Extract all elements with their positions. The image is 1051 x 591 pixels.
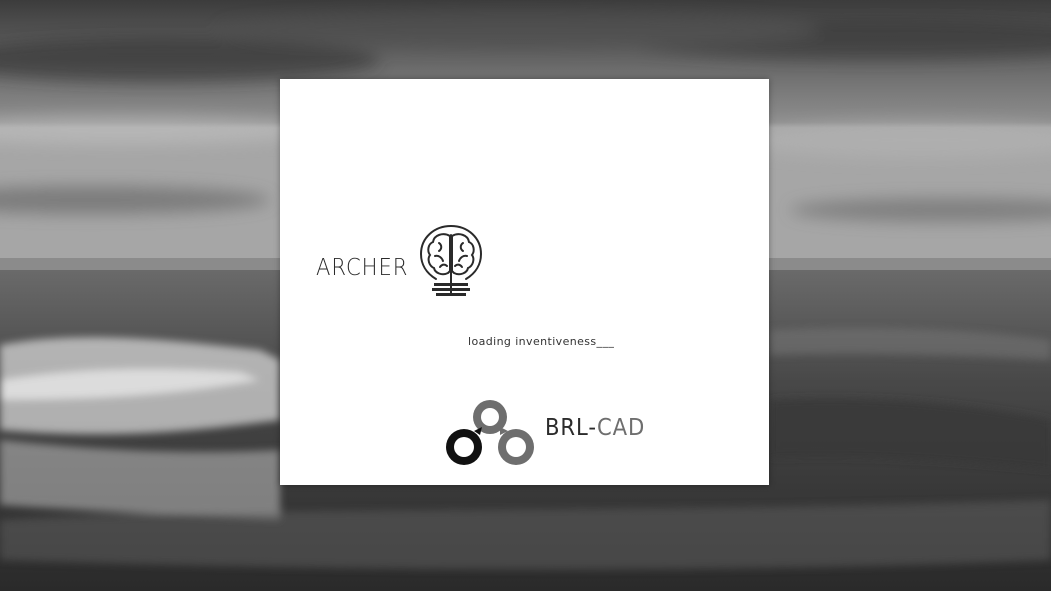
splash-screen: ARCHER loading inventiveness___ BRL-CAD [280,79,769,485]
loading-status-text: loading inventiveness___ [468,335,615,348]
brl-text: BRL- [545,415,597,441]
cad-text: CAD [596,415,646,441]
brlcad-rings-icon [446,400,534,465]
desktop: ARCHER loading inventiveness___ BRL-CAD [0,0,1051,591]
archer-title: ARCHER [316,255,409,281]
brain-lightbulb-icon [419,224,483,296]
brlcad-title: BRL-CAD [545,415,645,441]
